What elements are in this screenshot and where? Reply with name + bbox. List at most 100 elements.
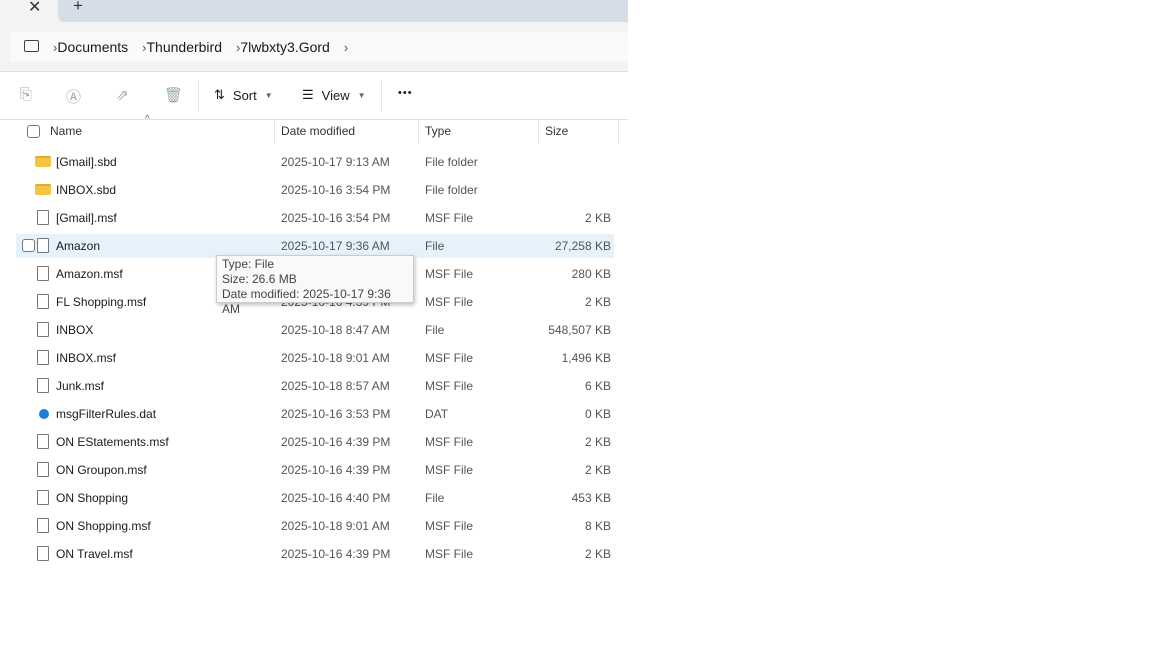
file-size: 2 KB	[584, 295, 611, 309]
file-type: MSF File	[425, 463, 473, 477]
file-name: [Gmail].msf	[56, 211, 117, 225]
file-name: msgFilterRules.dat	[56, 407, 157, 421]
dat-file-icon	[39, 409, 49, 419]
file-name: FL Shopping.msf	[56, 295, 147, 309]
file-icon	[37, 434, 49, 449]
paste-icon[interactable]: ⎘	[20, 86, 32, 103]
file-row[interactable]: ON Groupon.msf 2025-10-16 4:39 PM MSF File…	[16, 458, 614, 482]
file-date: 2025-10-16 3:53 PM	[281, 407, 391, 421]
column-name[interactable]: Name	[50, 124, 82, 138]
file-icon	[37, 378, 49, 393]
file-size: 8 KB	[584, 519, 611, 533]
file-size: 2 KB	[584, 547, 611, 561]
file-size: 2 KB	[584, 435, 611, 449]
file-type: MSF File	[425, 435, 473, 449]
file-size: 548,507 KB	[548, 323, 611, 337]
file-name: INBOX.msf	[56, 351, 117, 365]
column-date-modified[interactable]: Date modified	[281, 124, 355, 138]
file-row[interactable]: [Gmail].msf 2025-10-16 3:54 PM MSF File 2 K…	[16, 206, 614, 230]
file-size: 27,258 KB	[554, 239, 611, 253]
file-type: MSF File	[425, 295, 473, 309]
sort-icon: ⇅	[214, 87, 225, 102]
file-size: 0 KB	[584, 407, 611, 421]
breadcrumb-profile[interactable]: 7lwbxty3.Gord	[240, 39, 329, 55]
file-name: Amazon	[56, 239, 101, 253]
new-tab-button[interactable]: +	[73, 0, 83, 16]
file-name: ON Shopping.msf	[56, 519, 151, 533]
file-date: 2025-10-17 9:13 AM	[281, 155, 390, 169]
file-row[interactable]: Junk.msf 2025-10-18 8:57 AM MSF File 6 KB	[16, 374, 614, 398]
column-size[interactable]: Size	[545, 124, 568, 138]
column-type[interactable]: Type	[425, 124, 451, 138]
file-row[interactable]: msgFilterRules.dat 2025-10-16 3:53 PM DAT 0…	[16, 402, 614, 426]
file-icon	[37, 322, 49, 337]
tooltip-date: Date modified: 2025-10-17 9:36 AM	[222, 287, 391, 316]
file-name: ON Groupon.msf	[56, 463, 147, 477]
file-date: 2025-10-16 3:54 PM	[281, 211, 391, 225]
view-button[interactable]: ☰ View ▼	[302, 87, 366, 103]
file-type: MSF File	[425, 547, 473, 561]
file-type: MSF File	[425, 379, 473, 393]
breadcrumb-thunderbird[interactable]: Thunderbird	[147, 39, 223, 55]
file-date: 2025-10-16 4:39 PM	[281, 547, 391, 561]
sort-button[interactable]: ⇅ Sort ▼	[214, 87, 273, 103]
file-size: 453 KB	[571, 491, 611, 505]
breadcrumb-documents[interactable]: Documents	[57, 39, 128, 55]
file-icon	[37, 266, 49, 281]
rename-icon[interactable]: Ⓐ	[66, 86, 81, 107]
file-row[interactable]: INBOX.sbd 2025-10-16 3:54 PM File folder	[16, 178, 614, 202]
file-name: INBOX.sbd	[56, 183, 117, 197]
row-checkbox[interactable]	[22, 239, 35, 252]
sort-ascending-icon: ^	[145, 114, 150, 125]
file-row[interactable]: INBOX 2025-10-18 8:47 AM File 548,507 KB	[16, 318, 614, 342]
column-divider[interactable]	[618, 120, 619, 144]
file-row[interactable]: ON Shopping 2025-10-16 4:40 PM File 453 KB	[16, 486, 614, 510]
command-bar: ⎘ Ⓐ ⇗ 🗑 ⇅ Sort ▼ ☰ View ▼ •••	[0, 72, 628, 120]
close-tab-button[interactable]: ✕	[28, 0, 41, 17]
address-bar[interactable]: › Documents › Thunderbird › 7lwbxty3.Gor…	[10, 32, 628, 62]
file-icon	[37, 546, 49, 561]
tooltip-size: Size: 26.6 MB	[222, 272, 297, 286]
column-divider[interactable]	[538, 120, 539, 144]
file-size: 6 KB	[584, 379, 611, 393]
file-name: ON EStatements.msf	[56, 435, 169, 449]
file-icon	[37, 210, 49, 225]
column-divider[interactable]	[274, 120, 275, 144]
divider	[381, 80, 382, 112]
file-name: [Gmail].sbd	[56, 155, 117, 169]
column-header: ^ Name Date modified Type Size	[0, 114, 628, 144]
tab-bar: ✕ +	[0, 0, 628, 22]
file-date: 2025-10-18 8:57 AM	[281, 379, 390, 393]
file-row[interactable]: INBOX.msf 2025-10-18 9:01 AM MSF File 1,496…	[16, 346, 614, 370]
file-name: ON Travel.msf	[56, 547, 133, 561]
file-row[interactable]: ON Shopping.msf 2025-10-18 9:01 AM MSF Fil…	[16, 514, 614, 538]
chevron-right-icon[interactable]: ›	[344, 40, 348, 55]
share-icon[interactable]: ⇗	[116, 86, 129, 104]
file-type: MSF File	[425, 267, 473, 281]
divider	[198, 80, 199, 112]
chevron-down-icon: ▼	[264, 90, 273, 100]
column-divider[interactable]	[418, 120, 419, 144]
computer-icon[interactable]	[24, 40, 39, 52]
file-name: ON Shopping	[56, 491, 129, 505]
file-size: 2 KB	[584, 463, 611, 477]
navigation-row: › Documents › Thunderbird › 7lwbxty3.Gor…	[0, 22, 628, 72]
view-icon: ☰	[302, 87, 314, 102]
file-date: 2025-10-17 9:36 AM	[281, 239, 390, 253]
file-row[interactable]: ON Travel.msf 2025-10-16 4:39 PM MSF File 2…	[16, 542, 614, 566]
tab-strip: +	[58, 0, 628, 22]
file-row[interactable]: [Gmail].sbd 2025-10-17 9:13 AM File folder	[16, 150, 614, 174]
file-date: 2025-10-18 8:47 AM	[281, 323, 390, 337]
file-tooltip: Type: File Size: 26.6 MB Date modified: …	[216, 255, 414, 316]
file-row[interactable]: ON EStatements.msf 2025-10-16 4:39 PM MSF …	[16, 430, 614, 454]
more-options-button[interactable]: •••	[398, 87, 413, 99]
file-icon	[37, 350, 49, 365]
file-icon	[37, 294, 49, 309]
file-type: File folder	[425, 155, 478, 169]
select-all-checkbox[interactable]	[27, 125, 40, 138]
view-label: View	[321, 87, 350, 103]
file-type: File	[425, 491, 445, 505]
delete-icon[interactable]: 🗑	[164, 86, 183, 104]
folder-icon	[35, 184, 51, 195]
file-icon	[37, 490, 49, 505]
